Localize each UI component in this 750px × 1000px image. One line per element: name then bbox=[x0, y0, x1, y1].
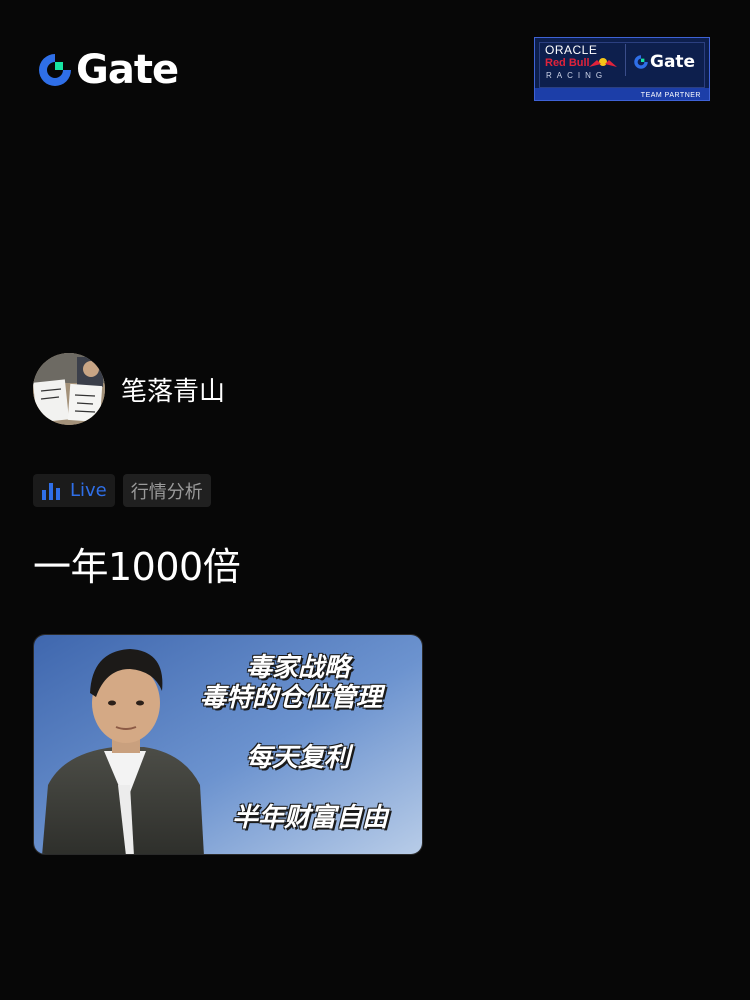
partner-footer-text: TEAM PARTNER bbox=[640, 92, 701, 99]
partner-badge: ORACLE Red Bull RACING Gate TEAM PARTNER bbox=[534, 37, 710, 101]
live-tag[interactable]: Live bbox=[33, 474, 115, 507]
avatar[interactable] bbox=[33, 353, 105, 425]
post-title: 一年1000倍 bbox=[33, 545, 241, 589]
post-tags: Live 行情分析 bbox=[33, 474, 211, 507]
partner-redbull-text: Red Bull bbox=[545, 57, 590, 69]
partner-gate-text: Gate bbox=[650, 52, 696, 72]
cover-line-3: 每天复利 bbox=[246, 743, 351, 773]
gate-logo[interactable]: Gate bbox=[36, 47, 179, 93]
gate-logo-icon bbox=[634, 55, 648, 69]
cover-line-4: 半年财富自由 bbox=[232, 803, 389, 833]
partner-divider bbox=[625, 44, 626, 76]
bar-chart-icon bbox=[42, 482, 60, 500]
gate-logo-icon bbox=[39, 54, 71, 86]
partner-oracle-text: ORACLE bbox=[545, 43, 598, 57]
brand-name: Gate bbox=[76, 47, 179, 93]
live-tag-label: Live bbox=[70, 480, 107, 501]
topic-tag[interactable]: 行情分析 bbox=[122, 474, 211, 507]
red-bull-icon bbox=[589, 58, 617, 67]
cover-line-2: 毒特的仓位管理 bbox=[200, 683, 383, 713]
cover-image[interactable]: 毒家战略 毒特的仓位管理 每天复利 半年财富自由 bbox=[33, 634, 423, 855]
post-page: Gate ORACLE Red Bull RACING Gate TEAM PA… bbox=[0, 0, 750, 1000]
partner-gate-logo: Gate bbox=[633, 52, 695, 72]
author-info[interactable]: 笔落青山 bbox=[33, 353, 225, 425]
author-name[interactable]: 笔落青山 bbox=[121, 371, 225, 408]
partner-racing-text: RACING bbox=[546, 71, 608, 80]
avatar-photo bbox=[33, 353, 105, 425]
topic-tag-label: 行情分析 bbox=[130, 481, 203, 503]
